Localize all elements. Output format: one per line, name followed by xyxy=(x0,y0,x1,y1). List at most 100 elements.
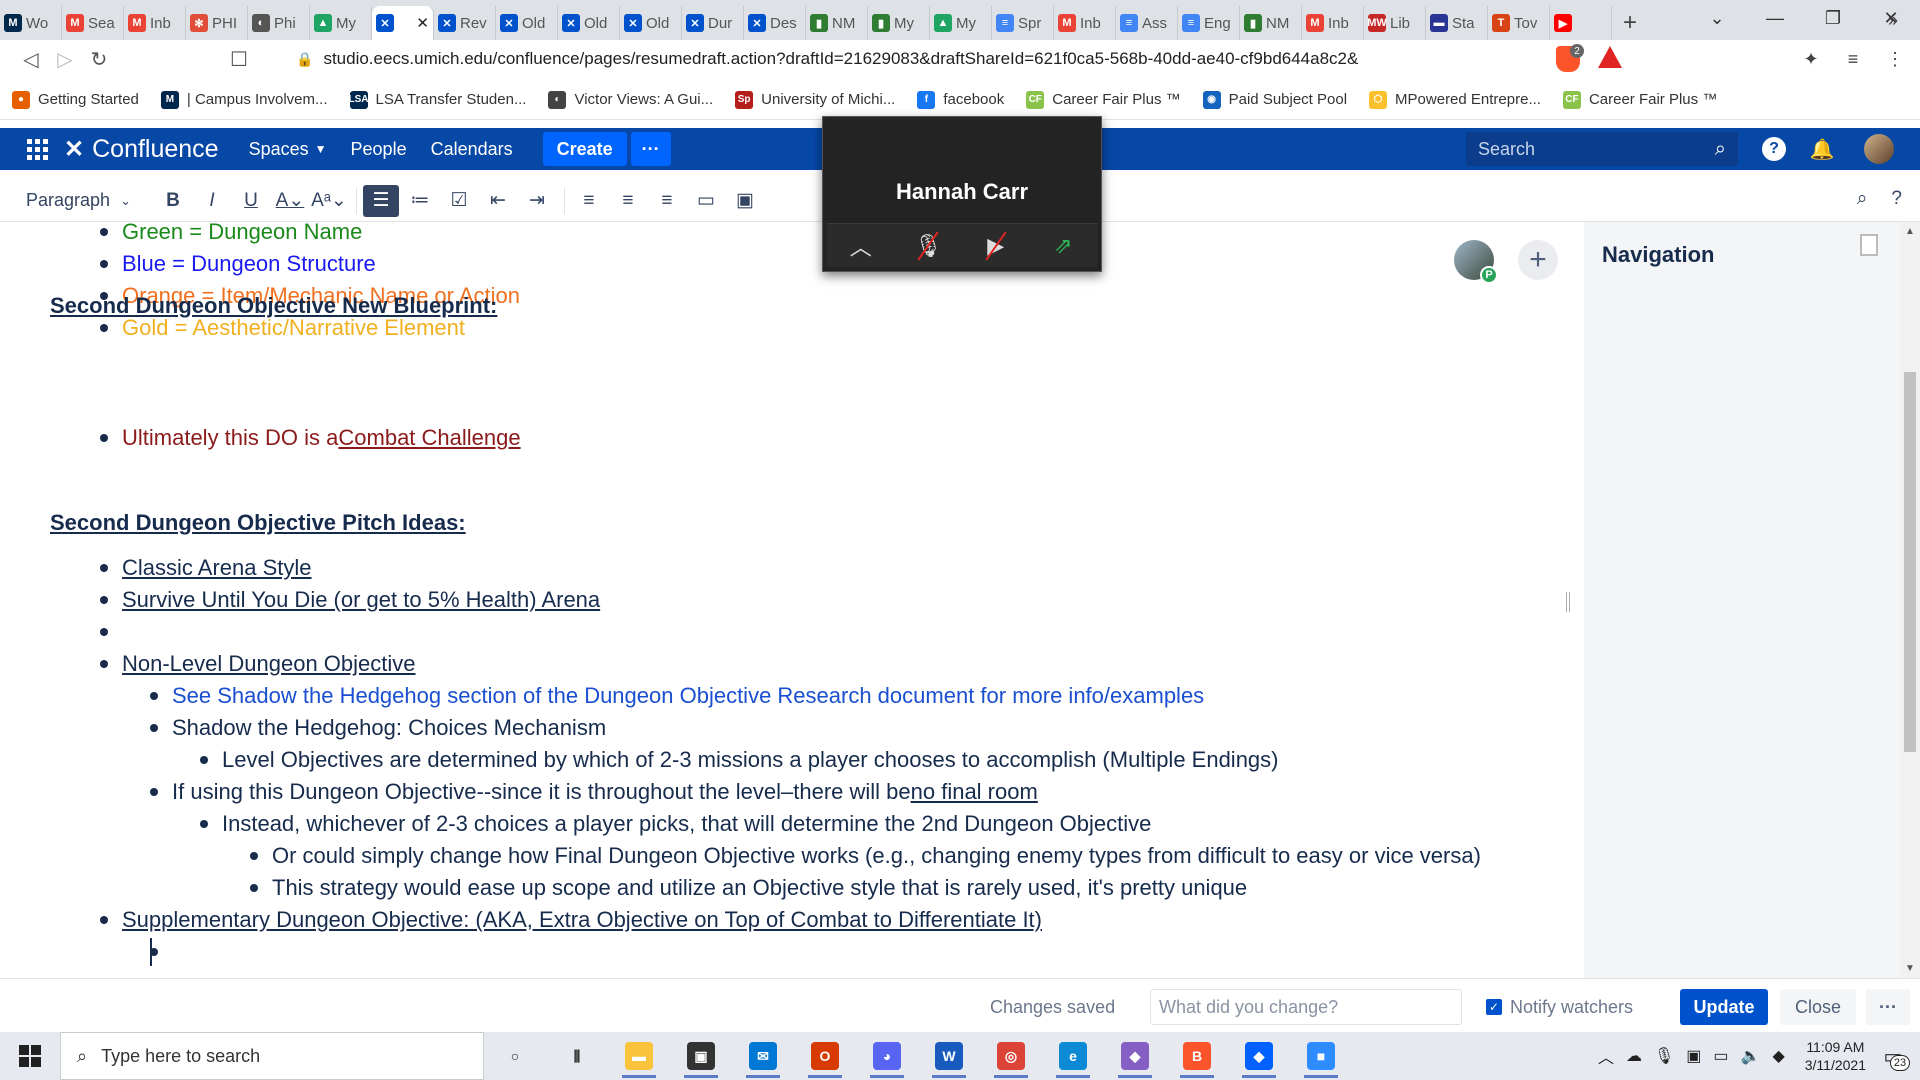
browser-tab[interactable]: ✕ Old xyxy=(620,6,682,40)
share-screen-icon[interactable]: ⇗ xyxy=(1043,229,1083,263)
browser-tab[interactable]: M Inb xyxy=(124,6,186,40)
tab-close-icon[interactable]: ✕ xyxy=(416,14,429,32)
bookmark-item[interactable]: ◉ Paid Subject Pool xyxy=(1202,90,1347,109)
device-icon[interactable]: ▣ xyxy=(1686,1046,1701,1066)
idea-link[interactable]: Survive Until You Die (or get to 5% Heal… xyxy=(122,587,600,613)
clock[interactable]: 11:09 AM 3/11/2021 xyxy=(1805,1038,1866,1074)
cloud-icon[interactable]: ☁ xyxy=(1626,1046,1642,1066)
taskbar-app-task-view[interactable]: ○ xyxy=(484,1032,546,1080)
start-button[interactable] xyxy=(0,1032,60,1080)
scroll-up-icon[interactable]: ▲ xyxy=(1905,226,1915,237)
taskbar-app-mail[interactable]: ✉ xyxy=(732,1032,794,1080)
browser-tab[interactable]: ▮ NM xyxy=(806,6,868,40)
volume-icon[interactable]: 🔈 xyxy=(1741,1046,1761,1066)
bold-button[interactable]: B xyxy=(155,185,191,217)
forward-button[interactable]: ▷ xyxy=(48,42,82,76)
taskbar-app-file-explorer[interactable]: ▬ xyxy=(608,1032,670,1080)
browser-tab[interactable]: ▲ My xyxy=(310,6,372,40)
browser-tab[interactable]: ✕ Dur xyxy=(682,6,744,40)
taskbar-app-zoom[interactable]: ■ xyxy=(1290,1032,1352,1080)
app-switcher-icon[interactable] xyxy=(20,132,54,166)
bookmark-item[interactable]: CF Career Fair Plus ™ xyxy=(1026,90,1181,109)
bullet-list-icon[interactable]: ☰ xyxy=(362,184,399,217)
dropbox-tray-icon[interactable]: ◆ xyxy=(1772,1046,1784,1066)
maximize-button[interactable]: ❐ xyxy=(1804,0,1862,36)
nav-calendars[interactable]: Calendars xyxy=(431,139,513,160)
help-icon[interactable]: ? xyxy=(1762,137,1786,161)
notifications-icon[interactable]: 🔔 xyxy=(1810,137,1835,161)
browser-tab[interactable]: ▮ My xyxy=(868,6,930,40)
reload-button[interactable]: ↻ xyxy=(82,42,116,76)
back-button[interactable]: ◁ xyxy=(14,42,48,76)
taskbar-app-brave[interactable]: B xyxy=(1166,1032,1228,1080)
browser-tab[interactable]: M Sea xyxy=(62,6,124,40)
battery-icon[interactable]: ▭ xyxy=(1713,1046,1728,1066)
resize-handle[interactable] xyxy=(1566,592,1570,612)
bookmarks-more-icon[interactable]: » xyxy=(1888,10,1898,31)
find-icon[interactable]: ⌕ xyxy=(1857,188,1868,210)
browser-tab[interactable]: ✕ Old xyxy=(496,6,558,40)
browser-tab[interactable]: ≡ Eng xyxy=(1178,6,1240,40)
align-center-icon[interactable]: ≡ xyxy=(610,185,646,217)
confluence-logo[interactable]: ✕ Confluence xyxy=(64,135,219,164)
taskbar-app-chrome[interactable]: ◎ xyxy=(980,1032,1042,1080)
search-input[interactable]: Search ⌕ xyxy=(1466,132,1738,166)
numbered-list-icon[interactable]: ≔ xyxy=(402,185,438,217)
chevron-up-icon[interactable]: ︿ xyxy=(1598,1044,1614,1068)
more-options-button[interactable]: ··· xyxy=(1866,989,1910,1025)
nav-people[interactable]: People xyxy=(351,139,407,160)
outdent-icon[interactable]: ⇤ xyxy=(480,185,516,217)
taskbar-app-office[interactable]: O xyxy=(794,1032,856,1080)
bookmark-item[interactable]: LSA LSA Transfer Studen... xyxy=(349,90,526,109)
editor-content[interactable]: Green = Dungeon Name Blue = Dungeon Struc… xyxy=(0,222,1584,978)
idea-link[interactable]: Non-Level Dungeon Objective xyxy=(122,651,416,677)
bookmark-item[interactable]: f facebook xyxy=(917,90,1004,109)
taskbar-app-visual-studio[interactable]: ◆ xyxy=(1104,1032,1166,1080)
chevron-down-icon[interactable]: ⌄ xyxy=(1688,0,1746,36)
browser-tab[interactable]: ✕ Des xyxy=(744,6,806,40)
browser-tab[interactable]: ▶ xyxy=(1550,6,1612,40)
browser-tab[interactable]: ▲ My xyxy=(930,6,992,40)
text-color-icon[interactable]: A⌄ xyxy=(272,185,308,217)
scroll-down-icon[interactable]: ▼ xyxy=(1905,963,1915,974)
update-button[interactable]: Update xyxy=(1680,989,1768,1025)
new-tab-button[interactable]: + xyxy=(1612,6,1648,40)
notify-watchers-checkbox[interactable]: ✓ xyxy=(1486,999,1502,1015)
idea-link[interactable]: Supplementary Dungeon Objective: (AKA, E… xyxy=(122,907,1042,933)
scrollbar[interactable]: ▲ ▼ xyxy=(1900,222,1920,978)
insert-image-icon[interactable]: ▣ xyxy=(727,185,763,217)
align-right-icon[interactable]: ≡ xyxy=(649,185,685,217)
playlist-icon[interactable]: ≡ xyxy=(1840,46,1866,72)
bookmark-item[interactable]: ◐ Victor Views: A Gui... xyxy=(548,90,713,109)
bookmark-item[interactable]: Sp University of Michi... xyxy=(735,90,895,109)
camera-off-icon[interactable]: ▶ xyxy=(976,229,1016,263)
paragraph-style-select[interactable]: Paragraph ⌄ xyxy=(26,190,131,211)
menu-icon[interactable]: ⋮ xyxy=(1882,46,1908,72)
browser-tab[interactable]: ≡ Spr xyxy=(992,6,1054,40)
browser-tab[interactable]: M Inb xyxy=(1302,6,1364,40)
close-button[interactable]: Close xyxy=(1780,989,1856,1025)
taskbar-app-discord[interactable]: ◕ xyxy=(856,1032,918,1080)
bookmark-icon[interactable]: ☐ xyxy=(222,42,256,76)
create-button[interactable]: Create xyxy=(542,132,627,166)
align-left-icon[interactable]: ≡ xyxy=(571,185,607,217)
combat-challenge-link[interactable]: Combat Challenge xyxy=(338,425,520,451)
add-collaborator-button[interactable]: + xyxy=(1518,240,1558,280)
browser-tab[interactable]: ✻ PHI xyxy=(186,6,248,40)
page-layout-icon[interactable]: ▭ xyxy=(688,185,724,217)
browser-tab[interactable]: ✕ Rev xyxy=(434,6,496,40)
scroll-thumb[interactable] xyxy=(1904,372,1916,752)
zoom-mini-window[interactable]: Hannah Carr ︿ 🎙 ▶ ⇗ xyxy=(822,116,1102,272)
indent-icon[interactable]: ⇥ xyxy=(519,185,555,217)
taskbar-app-multitask[interactable]: ⫼ xyxy=(546,1032,608,1080)
bookmark-item[interactable]: ⬡ MPowered Entrepre... xyxy=(1369,90,1541,109)
browser-tab[interactable]: M Wo xyxy=(0,6,62,40)
taskbar-app-word[interactable]: W xyxy=(918,1032,980,1080)
help-icon[interactable]: ? xyxy=(1891,188,1902,210)
browser-tab[interactable]: M Inb xyxy=(1054,6,1116,40)
idea-link[interactable]: Classic Arena Style xyxy=(122,555,312,581)
task-list-icon[interactable]: ☑ xyxy=(441,185,477,217)
create-more-button[interactable]: ··· xyxy=(630,132,671,166)
browser-tab[interactable]: ✕ Old xyxy=(558,6,620,40)
browser-tab[interactable]: ≡ Ass xyxy=(1116,6,1178,40)
